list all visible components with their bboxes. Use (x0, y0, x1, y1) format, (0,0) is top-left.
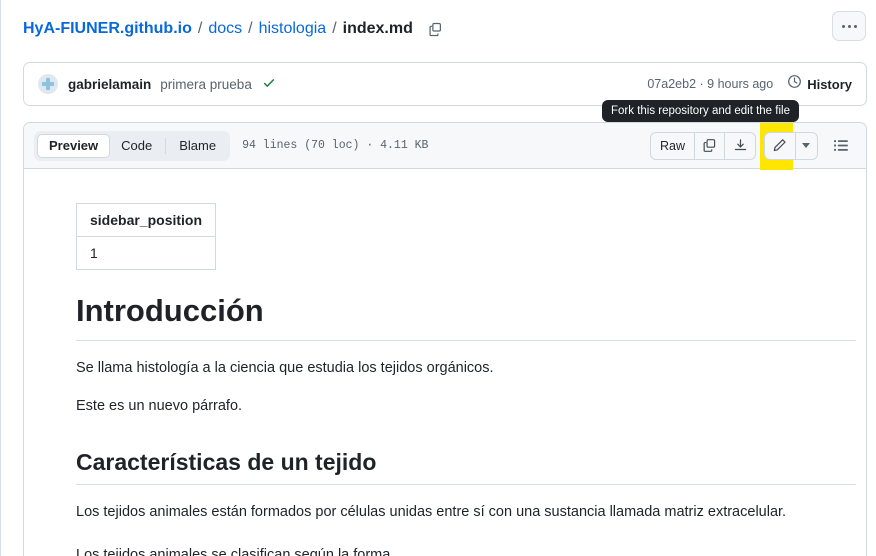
table-header-cell: sidebar_position (75, 203, 217, 237)
raw-button[interactable]: Raw (651, 132, 695, 159)
edit-file-group (764, 131, 818, 160)
paragraph-1: Se llama histología a la ciencia que est… (76, 359, 494, 376)
pencil-edit-icon[interactable] (765, 132, 796, 159)
breadcrumb-folder-docs[interactable]: docs (208, 20, 242, 38)
tab-code[interactable]: Code (110, 134, 163, 158)
avatar[interactable] (38, 74, 58, 94)
commit-sha: 07a2eb2 (647, 77, 697, 91)
outline-list-icon[interactable] (826, 132, 856, 160)
tab-preview[interactable]: Preview (37, 133, 111, 158)
commit-message-link[interactable]: primera prueba (160, 77, 252, 92)
file-toolbar: Preview Code Blame 94 lines (70 loc) · 4… (24, 123, 866, 170)
kebab-dot-3 (853, 24, 857, 28)
heading-caracteristicas: Características de un tejido (76, 448, 856, 486)
frontmatter-table: sidebar_position 1 (75, 203, 217, 270)
kebab-dot-2 (847, 24, 851, 28)
view-mode-tabs: Preview Code Blame (34, 130, 231, 161)
history-button[interactable]: History (787, 74, 852, 94)
paragraph-3: Los tejidos animales están formados por … (76, 504, 787, 521)
table-cell: 1 (75, 236, 217, 270)
copy-path-icon[interactable] (425, 18, 447, 40)
breadcrumb-separator-2: / (248, 20, 253, 37)
commit-meta-group: 07a2eb2 · 9 hours ago History (647, 74, 852, 94)
edit-tooltip: Fork this repository and edit the file (602, 100, 799, 122)
table-row: 1 (75, 236, 217, 270)
breadcrumb: HyA-FIUNER.github.io / docs / histologia… (23, 14, 447, 44)
more-options-button[interactable] (832, 11, 866, 41)
tab-divider (165, 137, 167, 154)
history-clock-icon (787, 74, 802, 94)
tab-blame[interactable]: Blame (168, 134, 227, 158)
chevron-down-glyph (802, 143, 811, 148)
download-icon[interactable] (725, 133, 755, 159)
commit-relative-time: 9 hours ago (707, 77, 774, 91)
github-file-view-page: HyA-FIUNER.github.io / docs / histologia… (0, 0, 876, 556)
breadcrumb-separator-3: / (332, 20, 337, 37)
paragraph-4-clipped: Los tejidos animales se clasifican según… (76, 546, 391, 556)
history-label: History (807, 76, 852, 92)
kebab-dot-1 (841, 24, 845, 28)
breadcrumb-folder-histologia[interactable]: histologia (259, 20, 327, 38)
raw-actions-group: Raw (649, 131, 756, 160)
table-header-row: sidebar_position (75, 203, 217, 237)
paragraph-2: Este es un nuevo párrafo. (76, 398, 243, 415)
file-stats: 94 lines (70 loc) · 4.11 KB (242, 139, 429, 152)
file-actions: Raw (649, 131, 856, 160)
commit-status-check-icon[interactable] (262, 76, 276, 92)
commit-sha-and-time[interactable]: 07a2eb2 · 9 hours ago (647, 77, 773, 91)
file-content-panel: Preview Code Blame 94 lines (70 loc) · 4… (23, 122, 867, 556)
copy-raw-icon[interactable] (695, 132, 725, 159)
breadcrumb-repo-link[interactable]: HyA-FIUNER.github.io (23, 20, 192, 38)
breadcrumb-separator-1: / (197, 20, 203, 37)
breadcrumb-current-file: index.md (342, 20, 413, 37)
edit-options-chevron-down-icon[interactable] (796, 133, 817, 159)
commit-sha-separator: · (699, 77, 704, 91)
commit-author-link[interactable]: gabrielamain (68, 77, 151, 92)
markdown-content: sidebar_position 1 Introducción Se llama… (24, 169, 866, 556)
heading-introduccion: Introducción (76, 292, 856, 341)
